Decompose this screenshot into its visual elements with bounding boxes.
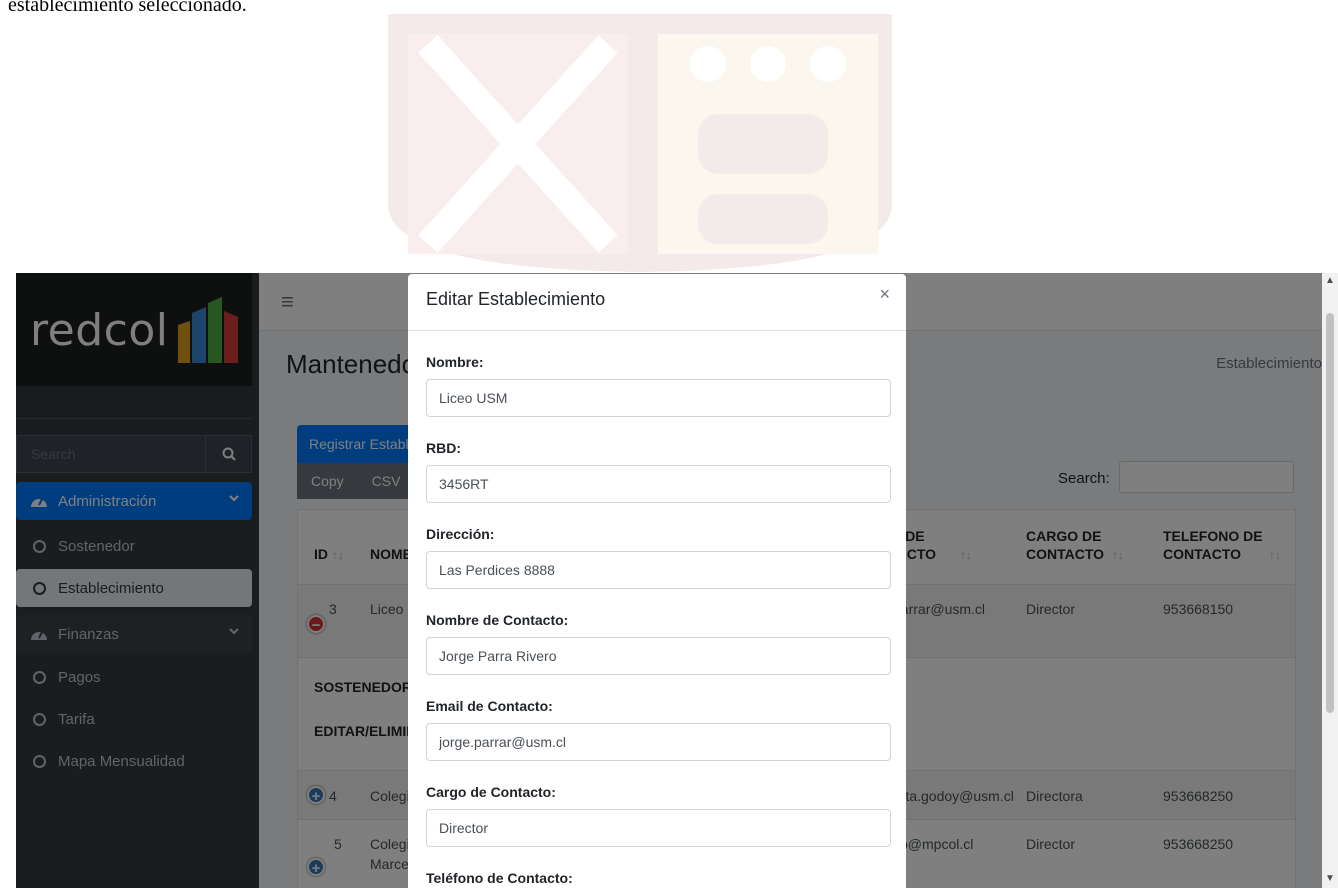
scroll-down-icon[interactable]: ▼ [1325, 873, 1335, 884]
direccion-label: Dirección: [426, 526, 495, 542]
crest-watermark [388, 14, 892, 272]
page-scrollbar[interactable]: ▲ ▼ [1322, 273, 1338, 888]
email-contacto-label: Email de Contacto: [426, 698, 553, 714]
close-icon[interactable]: × [879, 284, 890, 305]
document-caption: establecimiento seleccionado. [8, 0, 247, 16]
nombre-label: Nombre: [426, 354, 484, 370]
scrollbar-thumb[interactable] [1326, 313, 1334, 713]
email-contacto-field[interactable] [426, 723, 891, 761]
direccion-field[interactable] [426, 551, 891, 589]
cargo-contacto-field[interactable] [426, 809, 891, 847]
app-window: redcol Administración Sostenedor [16, 273, 1338, 888]
nombre-field[interactable] [426, 379, 891, 417]
rbd-field[interactable] [426, 465, 891, 503]
telefono-contacto-label: Teléfono de Contacto: [426, 870, 573, 886]
cargo-contacto-label: Cargo de Contacto: [426, 784, 556, 800]
edit-establecimiento-modal: Editar Establecimiento × Nombre: RBD: Di… [408, 274, 906, 888]
rbd-label: RBD: [426, 440, 461, 456]
scroll-up-icon[interactable]: ▲ [1325, 275, 1335, 286]
nombre-contacto-field[interactable] [426, 637, 891, 675]
modal-title: Editar Establecimiento [426, 289, 606, 309]
modal-header: Editar Establecimiento × [408, 274, 906, 331]
nombre-contacto-label: Nombre de Contacto: [426, 612, 569, 628]
